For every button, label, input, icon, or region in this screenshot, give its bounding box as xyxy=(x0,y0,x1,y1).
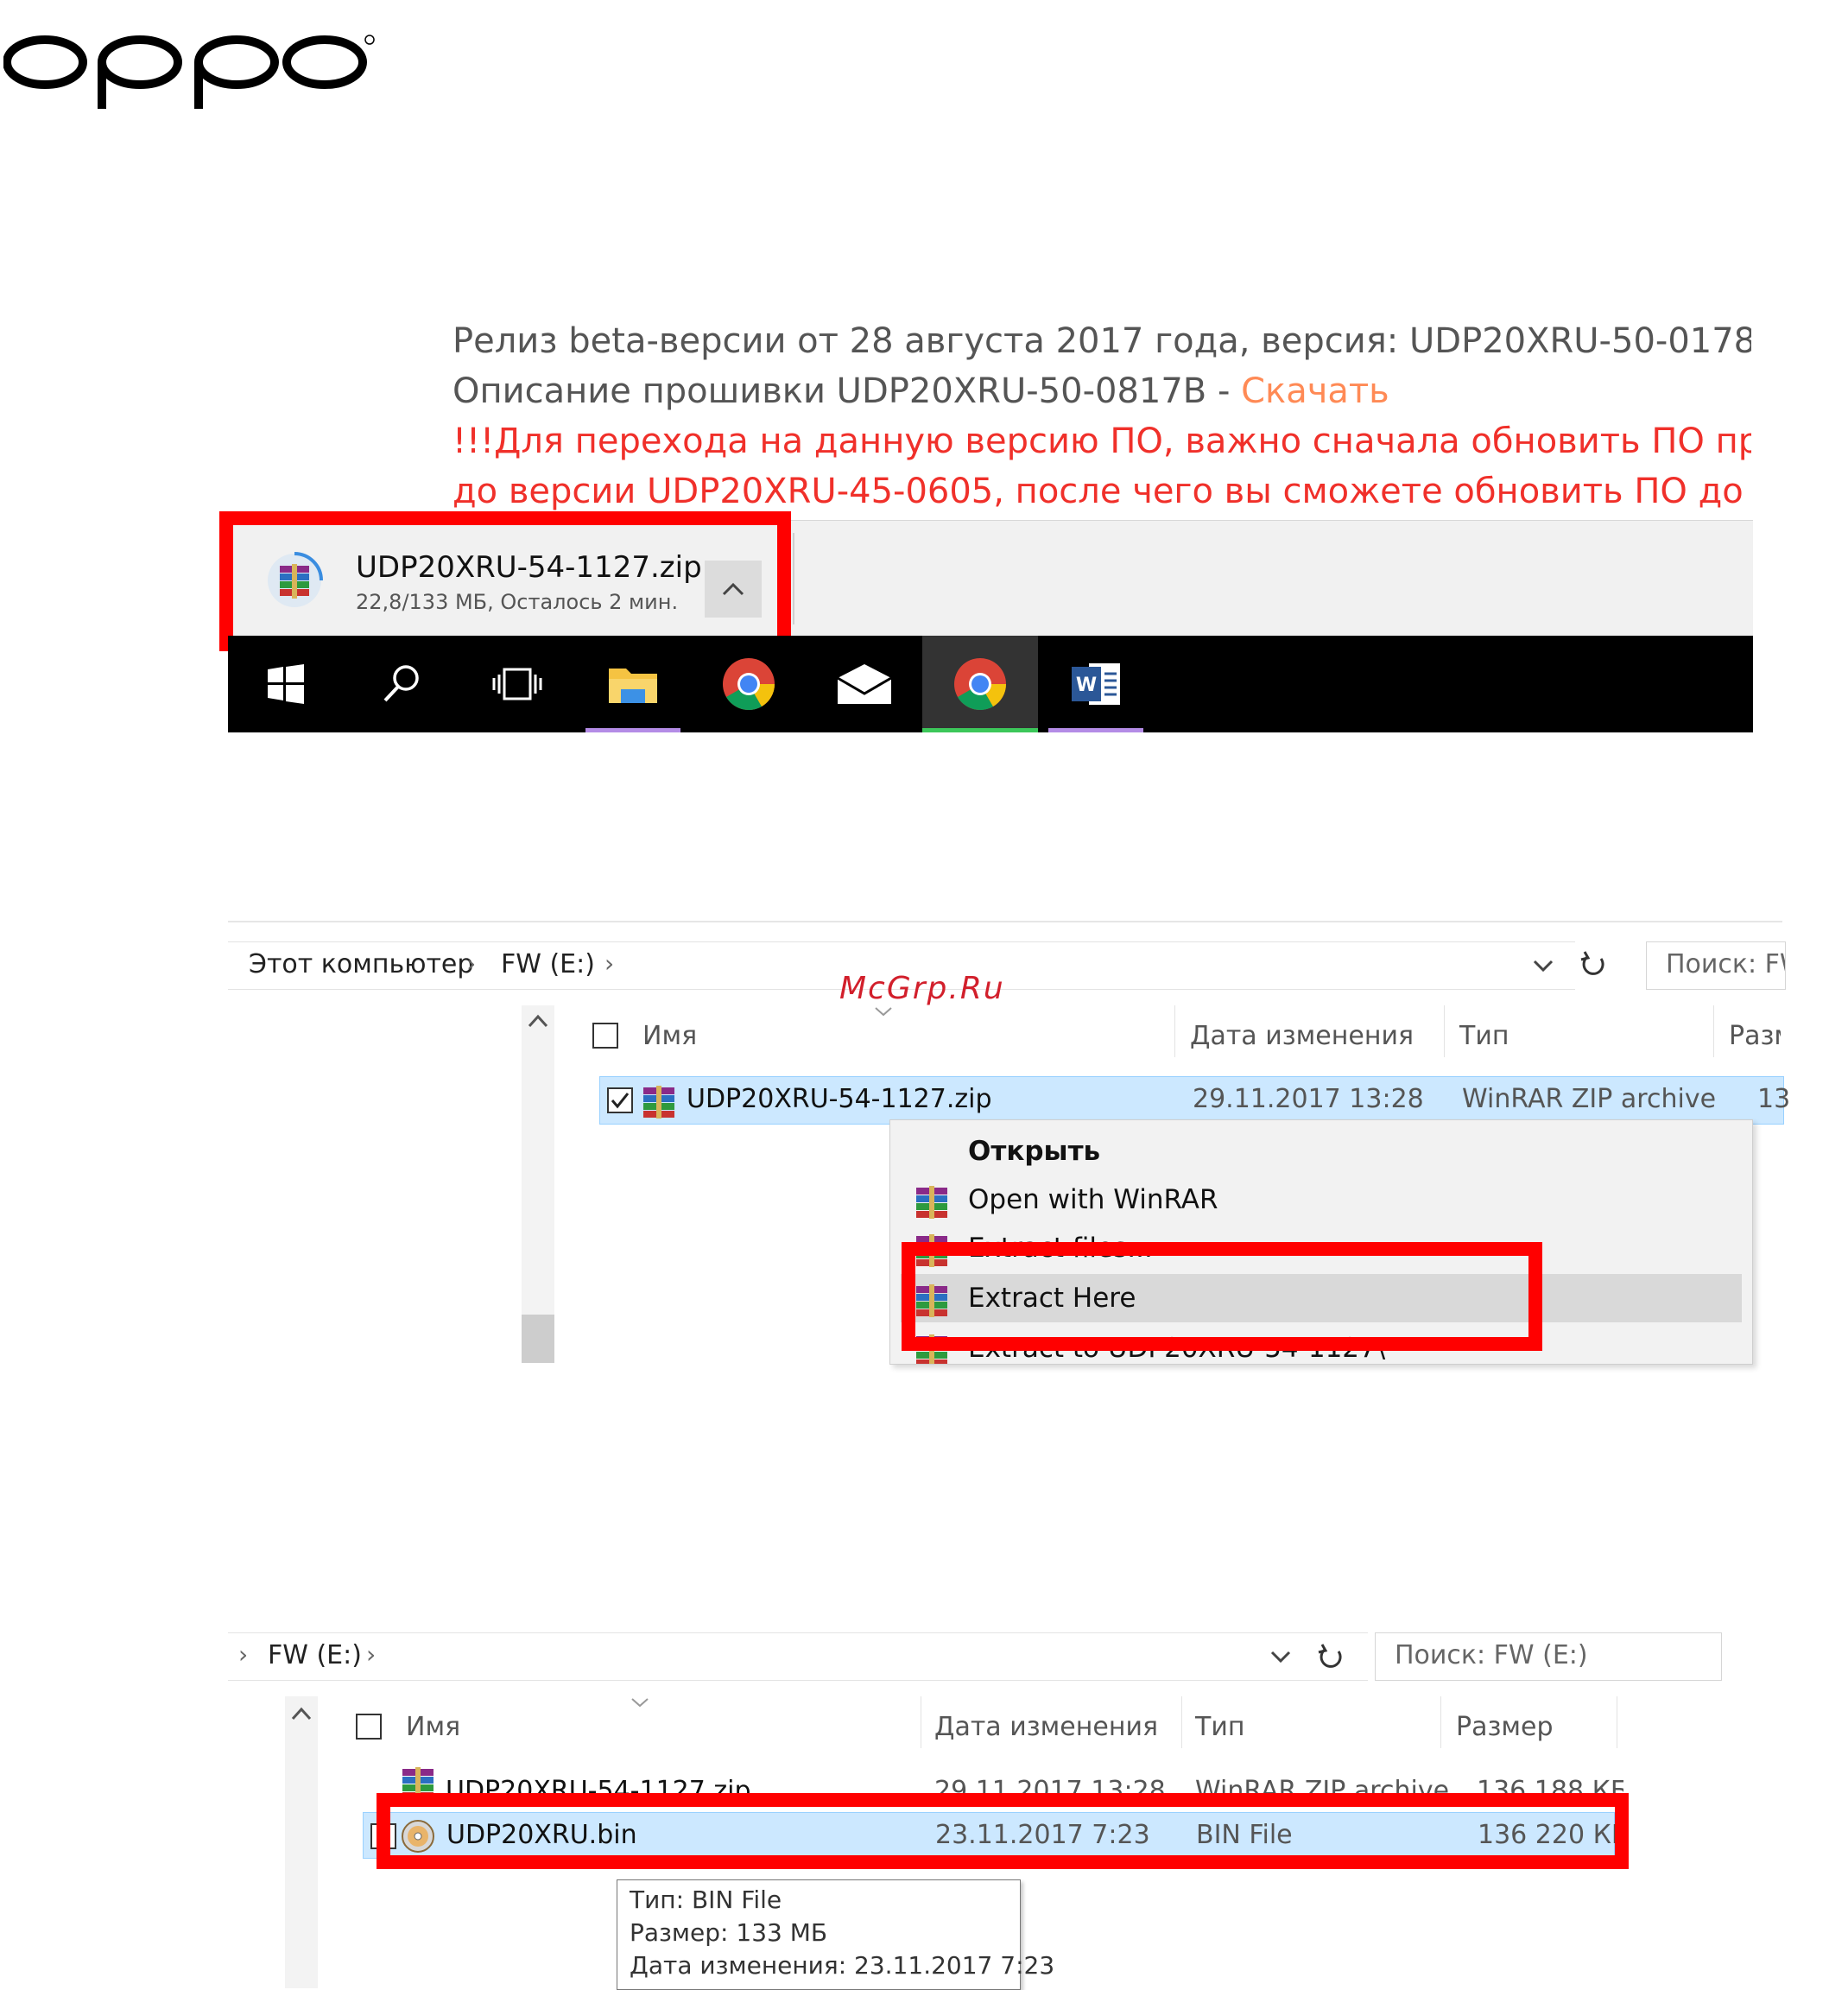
column-type[interactable]: Тип xyxy=(1459,1021,1509,1051)
breadcrumb-drive[interactable]: FW (E:) xyxy=(268,1640,362,1670)
column-divider xyxy=(1181,1696,1182,1748)
highlight-bin-file xyxy=(377,1793,1629,1869)
refresh-icon[interactable] xyxy=(1316,1643,1345,1672)
column-name[interactable]: Имя xyxy=(642,1021,697,1051)
panel2-divider xyxy=(228,921,1782,922)
chrome-icon xyxy=(954,658,1006,711)
column-size[interactable]: Разм xyxy=(1729,1021,1781,1051)
search-box[interactable]: Поиск: FW (E:) xyxy=(1375,1632,1722,1681)
tooltip-type: Тип: BIN File xyxy=(630,1885,782,1914)
column-name[interactable]: Имя xyxy=(406,1712,460,1742)
scrollbar-thumb[interactable] xyxy=(522,1315,554,1363)
breadcrumb-separator: › xyxy=(238,1640,249,1669)
column-divider xyxy=(1444,1005,1445,1057)
scroll-up-icon[interactable] xyxy=(290,1705,313,1722)
oppo-logo xyxy=(3,35,375,109)
chrome-icon xyxy=(723,658,775,711)
file-name: UDP20XRU-54-1127.zip xyxy=(687,1084,992,1114)
scrollbar[interactable] xyxy=(522,1005,554,1363)
row-checkbox[interactable] xyxy=(607,1087,633,1113)
warning-line-1: !!!Для перехода на данную версию ПО, важ… xyxy=(453,421,1751,461)
windows-start-icon xyxy=(268,664,304,704)
scrollbar[interactable] xyxy=(285,1696,318,1988)
chevron-down-icon[interactable] xyxy=(1532,958,1554,973)
release-text-line: Релиз beta-версии от 28 августа 2017 год… xyxy=(453,321,1751,361)
tooltip-date: Дата изменения: 23.11.2017 7:23 xyxy=(630,1951,1055,1980)
file-row-selected[interactable]: UDP20XRU-54-1127.zip 29.11.2017 13:28 Wi… xyxy=(599,1076,1790,1125)
breadcrumb-separator: › xyxy=(466,949,477,978)
column-divider xyxy=(1713,1005,1714,1057)
sort-indicator-icon xyxy=(631,1698,649,1708)
column-divider xyxy=(1440,1696,1441,1748)
address-bar[interactable]: › FW (E:) › xyxy=(228,1632,1368,1681)
file-explorer-icon xyxy=(609,669,657,703)
menu-item-label: Open with WinRAR xyxy=(968,1184,1218,1215)
start-button[interactable] xyxy=(228,636,344,732)
column-size[interactable]: Размер xyxy=(1456,1712,1554,1742)
column-date[interactable]: Дата изменения xyxy=(1190,1021,1414,1051)
mail-icon xyxy=(837,664,892,704)
firmware-description-line: Описание прошивки UDP20XRU-50-0817B - Ск… xyxy=(453,371,1751,411)
breadcrumb-separator: › xyxy=(366,1640,377,1669)
select-all-checkbox[interactable] xyxy=(592,1023,618,1049)
watermark: McGrp.Ru xyxy=(839,971,1005,1006)
sort-indicator-icon xyxy=(875,1007,892,1017)
column-type[interactable]: Тип xyxy=(1195,1712,1244,1742)
file-type: WinRAR ZIP archive xyxy=(1462,1084,1717,1114)
file-tooltip: Тип: BIN File Размер: 133 МБ Дата измене… xyxy=(617,1879,1054,1990)
taskbar: W xyxy=(228,636,1753,732)
download-link[interactable]: Скачать xyxy=(1241,371,1389,411)
mail-button[interactable] xyxy=(807,636,922,732)
highlight-download xyxy=(219,511,791,651)
chevron-down-icon[interactable] xyxy=(1269,1649,1292,1664)
warning-line-2: до версии UDP20XRU-45-0605, после чего в… xyxy=(453,472,1751,511)
search-box[interactable]: Поиск: FW xyxy=(1646,941,1786,990)
winrar-icon xyxy=(643,1086,674,1119)
menu-item-open[interactable]: Открыть xyxy=(890,1127,1752,1176)
chrome-active-button[interactable] xyxy=(922,636,1038,732)
refresh-icon[interactable] xyxy=(1579,950,1608,979)
breadcrumb-drive[interactable]: FW (E:) xyxy=(501,949,595,979)
breadcrumb-this-pc[interactable]: Этот компьютер xyxy=(249,949,473,979)
search-placeholder: Поиск: FW (E:) xyxy=(1395,1640,1588,1670)
file-explorer-button[interactable] xyxy=(575,636,691,732)
column-divider xyxy=(1174,1005,1175,1057)
file-size: 13 xyxy=(1757,1084,1791,1114)
tooltip-size: Размер: 133 МБ xyxy=(630,1918,828,1947)
firmware-description-text: Описание прошивки UDP20XRU-50-0817B - xyxy=(453,371,1242,411)
search-icon xyxy=(383,665,419,702)
breadcrumb-separator: › xyxy=(604,949,615,978)
task-view-button[interactable] xyxy=(459,636,575,732)
chrome-button[interactable] xyxy=(691,636,807,732)
menu-item-open-with-winrar[interactable]: Open with WinRAR xyxy=(890,1176,1752,1224)
select-all-checkbox[interactable] xyxy=(356,1714,382,1740)
menu-item-label: Открыть xyxy=(968,1136,1101,1167)
highlight-extract-here xyxy=(902,1242,1542,1351)
word-icon: W xyxy=(1072,663,1120,705)
search-button[interactable] xyxy=(344,636,459,732)
svg-text:W: W xyxy=(1076,675,1097,696)
word-button[interactable]: W xyxy=(1038,636,1154,732)
task-view-icon xyxy=(492,668,542,700)
search-placeholder: Поиск: FW xyxy=(1666,949,1785,979)
column-date[interactable]: Дата изменения xyxy=(934,1712,1158,1742)
scroll-up-icon[interactable] xyxy=(527,1012,549,1030)
winrar-icon xyxy=(916,1186,947,1219)
file-date: 29.11.2017 13:28 xyxy=(1193,1084,1424,1114)
